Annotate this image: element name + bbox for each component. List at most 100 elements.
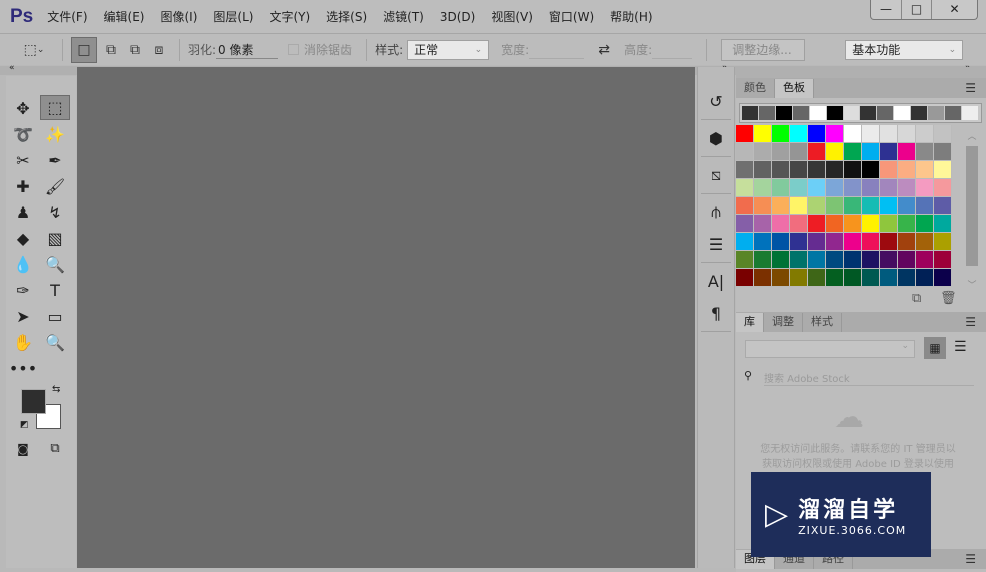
style-select[interactable]: 正常 ⌄	[407, 39, 490, 60]
history-panel-icon[interactable]: ↺	[698, 87, 734, 115]
color-swatch[interactable]	[844, 143, 862, 161]
subtract-selection-icon[interactable]: ⧉	[123, 38, 147, 62]
more-tools-icon[interactable]: •••	[8, 356, 38, 381]
color-swatch[interactable]	[808, 215, 826, 233]
color-swatch[interactable]	[880, 179, 898, 197]
refine-edge-button[interactable]: 调整边缘...	[721, 38, 806, 61]
color-swatch[interactable]	[898, 269, 916, 287]
color-swatch[interactable]	[880, 251, 898, 269]
color-swatch[interactable]	[736, 269, 754, 287]
add-selection-icon[interactable]: ⧉	[99, 38, 123, 62]
color-swatch[interactable]	[880, 143, 898, 161]
color-swatch[interactable]	[826, 179, 844, 197]
properties-panel-icon[interactable]: ⧅	[698, 161, 734, 189]
workspace-select[interactable]: 基本功能 ⌄	[845, 39, 964, 60]
color-swatch[interactable]	[826, 143, 844, 161]
color-swatch[interactable]	[898, 143, 916, 161]
color-swatch[interactable]	[826, 197, 844, 215]
color-swatch[interactable]	[934, 233, 952, 251]
color-swatch[interactable]	[934, 161, 952, 179]
menu-layer[interactable]: 图层(L)	[213, 8, 253, 25]
color-swatch[interactable]	[898, 233, 916, 251]
character-panel-icon[interactable]: A|	[698, 267, 734, 295]
color-swatch[interactable]	[916, 161, 934, 179]
gradient-tool-icon[interactable]: ▧	[40, 226, 70, 251]
recent-swatch[interactable]	[945, 106, 961, 120]
intersect-selection-icon[interactable]: ⧈	[147, 38, 171, 62]
color-swatch[interactable]	[754, 269, 772, 287]
default-colors-icon[interactable]: ◩	[20, 420, 29, 430]
maximize-button[interactable]: □	[901, 0, 931, 19]
swap-icon[interactable]: ⇄	[592, 38, 616, 62]
color-swatch[interactable]	[898, 251, 916, 269]
screen-mode-icon[interactable]: ⧉	[40, 436, 70, 461]
tab-libraries[interactable]: 库	[736, 313, 764, 332]
color-swatch[interactable]	[916, 251, 934, 269]
color-swatch[interactable]	[736, 125, 754, 143]
color-swatch[interactable]	[934, 197, 952, 215]
color-swatch[interactable]	[790, 233, 808, 251]
tab-color[interactable]: 颜色	[736, 79, 775, 98]
color-swatch[interactable]	[880, 233, 898, 251]
color-swatch[interactable]	[826, 161, 844, 179]
color-swatch[interactable]	[862, 215, 880, 233]
color-swatch[interactable]	[736, 215, 754, 233]
zoom-tool-icon[interactable]: 🔍	[40, 330, 70, 355]
close-button[interactable]: ✕	[931, 0, 977, 19]
color-swatch[interactable]	[736, 197, 754, 215]
width-input[interactable]	[529, 41, 585, 59]
marquee-preset-icon[interactable]: ⬚ ⌄	[14, 38, 54, 62]
color-swatch[interactable]	[808, 143, 826, 161]
color-swatch[interactable]	[826, 125, 844, 143]
eyedropper-tool-icon[interactable]: ✒	[40, 148, 70, 173]
color-swatch[interactable]	[772, 179, 790, 197]
menu-window[interactable]: 窗口(W)	[549, 8, 594, 25]
color-swatch[interactable]	[772, 269, 790, 287]
color-swatch[interactable]	[736, 179, 754, 197]
color-swatch[interactable]	[844, 179, 862, 197]
color-swatch[interactable]	[754, 125, 772, 143]
color-swatch[interactable]	[772, 143, 790, 161]
color-swatch[interactable]	[736, 251, 754, 269]
color-swatch[interactable]	[934, 269, 952, 287]
recent-swatch[interactable]	[877, 106, 894, 120]
lasso-tool-icon[interactable]: ➰	[8, 122, 38, 147]
path-selection-tool-icon[interactable]: ➤	[8, 304, 38, 329]
brush-panel-icon[interactable]: ⫛	[698, 198, 734, 226]
blur-tool-icon[interactable]: 💧	[8, 252, 38, 277]
list-view-icon[interactable]: ☰	[954, 339, 967, 355]
clone-stamp-tool-icon[interactable]: ♟	[8, 200, 38, 225]
color-swatch[interactable]	[934, 215, 952, 233]
color-swatch[interactable]	[772, 125, 790, 143]
color-swatch[interactable]	[826, 251, 844, 269]
menu-type[interactable]: 文字(Y)	[269, 8, 310, 25]
color-swatch[interactable]	[844, 161, 862, 179]
color-swatch[interactable]	[862, 179, 880, 197]
tab-adjustments[interactable]: 调整	[764, 313, 803, 332]
color-swatch[interactable]	[772, 215, 790, 233]
tab-swatches[interactable]: 色板	[775, 79, 814, 98]
color-swatch[interactable]	[916, 143, 934, 161]
color-swatch[interactable]	[754, 197, 772, 215]
color-swatch[interactable]	[844, 251, 862, 269]
collapse-left-icon[interactable]: «	[9, 63, 15, 73]
color-swatch[interactable]	[862, 125, 880, 143]
color-swatch[interactable]	[880, 215, 898, 233]
menu-file[interactable]: 文件(F)	[47, 8, 87, 25]
color-swatch[interactable]	[898, 197, 916, 215]
recent-swatch[interactable]	[792, 106, 809, 120]
swap-colors-icon[interactable]: ⇆	[52, 384, 60, 395]
menu-3d[interactable]: 3D(D)	[440, 10, 475, 24]
type-tool-icon[interactable]: T	[40, 278, 70, 303]
feather-input[interactable]: 0 像素	[216, 41, 279, 59]
recent-swatch[interactable]	[826, 106, 843, 120]
color-swatch[interactable]	[772, 251, 790, 269]
scroll-down-icon[interactable]: ﹀	[966, 278, 978, 291]
color-swatch[interactable]	[808, 233, 826, 251]
eraser-tool-icon[interactable]: ◆	[8, 226, 38, 251]
color-swatch[interactable]	[916, 215, 934, 233]
panel-menu-icon[interactable]: ☰	[965, 315, 976, 329]
color-swatch[interactable]	[754, 233, 772, 251]
color-swatch[interactable]	[736, 233, 754, 251]
rectangle-tool-icon[interactable]: ▭	[40, 304, 70, 329]
